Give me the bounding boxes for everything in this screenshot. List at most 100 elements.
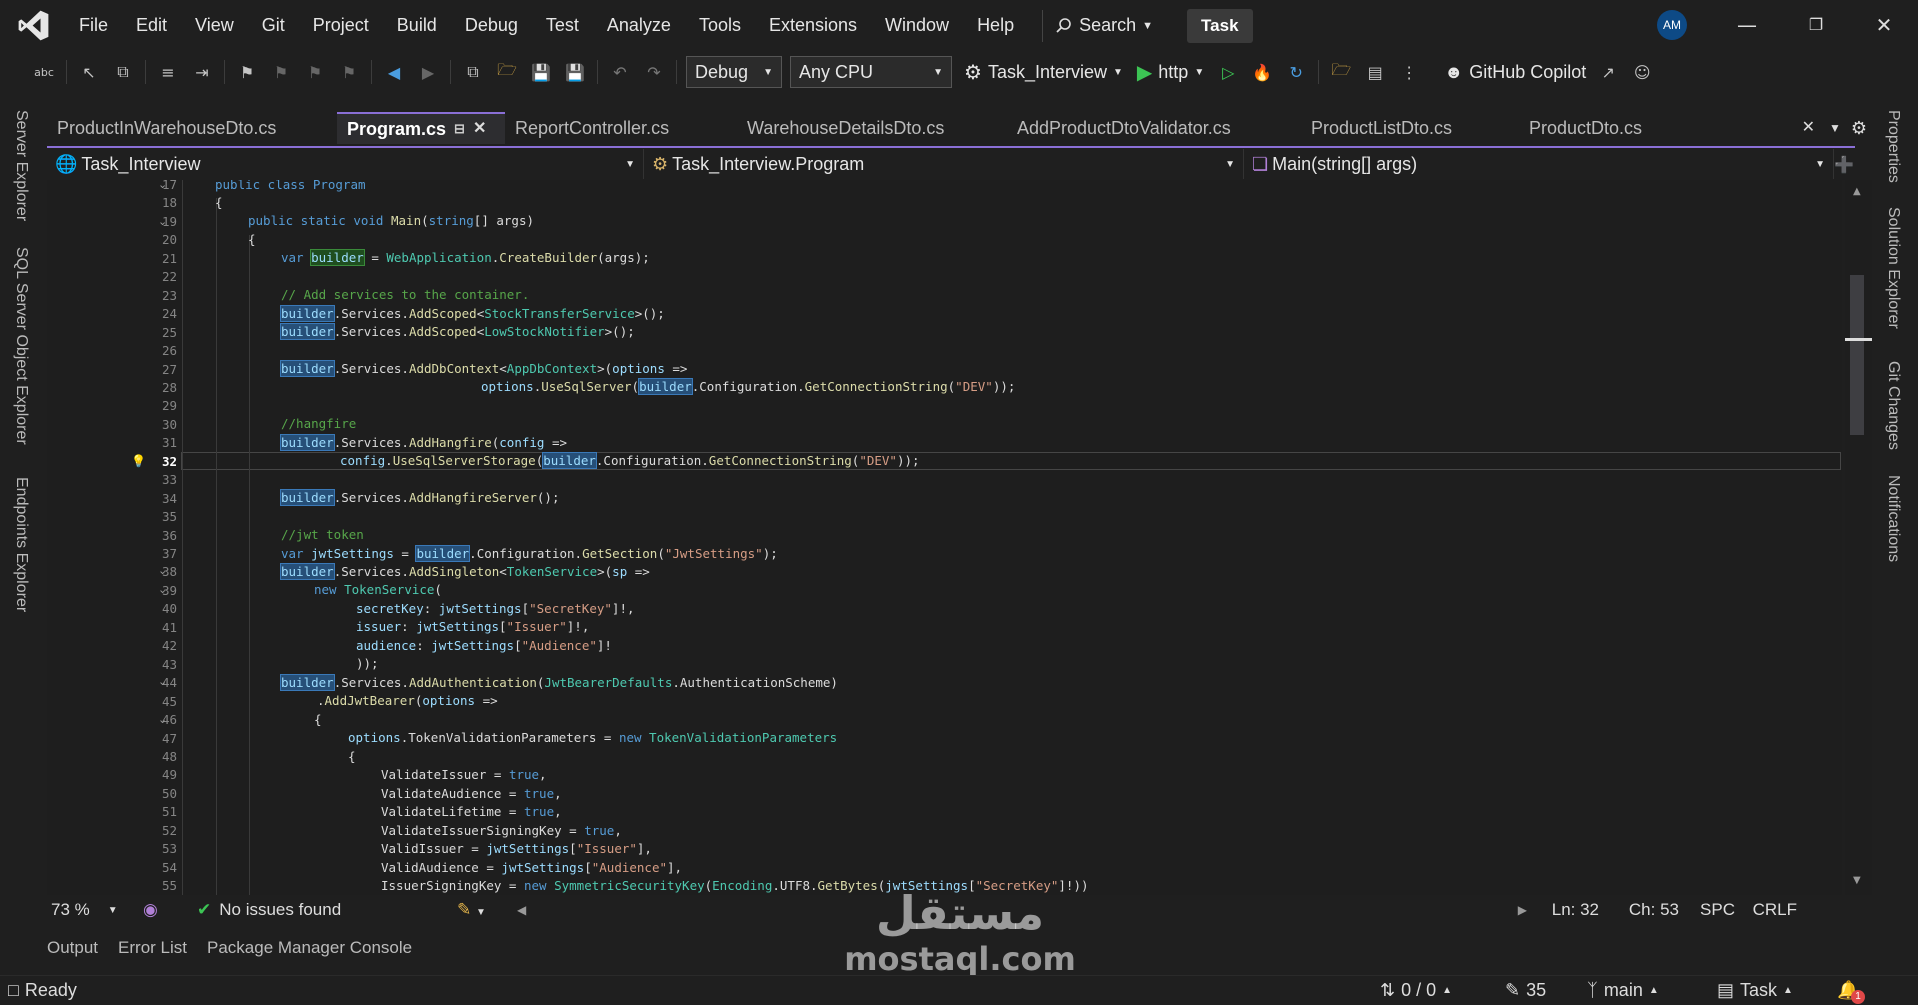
save-all-icon[interactable]: 💾 xyxy=(561,58,589,86)
vertical-scrollbar[interactable]: ▲ ▼ xyxy=(1845,180,1872,895)
menu-extensions[interactable]: Extensions xyxy=(755,0,871,51)
close-all-icon[interactable]: ✕ xyxy=(1792,112,1825,144)
menu-tools[interactable]: Tools xyxy=(685,0,755,51)
type-dropdown[interactable]: ⚙ Task_Interview.Program ▼ xyxy=(644,149,1244,179)
prev-bookmark-icon[interactable]: ⚑ xyxy=(267,58,295,86)
zoom-dropdown[interactable]: 73 % ▼ xyxy=(47,900,137,920)
menu-test[interactable]: Test xyxy=(532,0,593,51)
search-button[interactable]: Search ▼ xyxy=(1042,9,1165,42)
tab-list-dropdown-icon[interactable]: ▼ xyxy=(1825,112,1845,144)
restore-icon[interactable]: ❐ xyxy=(1796,8,1836,42)
feedback-icon[interactable]: ☺ xyxy=(1628,58,1656,86)
tab-output[interactable]: Output xyxy=(47,925,108,971)
fold-toggle-icon[interactable]: ⌄ xyxy=(158,583,167,596)
save-icon[interactable]: 💾 xyxy=(527,58,555,86)
clear-bookmark-icon[interactable]: ⚑ xyxy=(335,58,363,86)
close-tab-icon[interactable]: ✕ xyxy=(473,114,486,144)
navigate-back-icon[interactable]: ◀ xyxy=(380,58,408,86)
open-folder-icon[interactable]: 🗁 xyxy=(493,58,521,86)
new-project-icon[interactable]: ⧉ xyxy=(459,58,487,86)
tab-productdto[interactable]: ProductDto.cs xyxy=(1519,112,1709,144)
navigate-forward-icon[interactable]: ▶ xyxy=(414,58,442,86)
next-bookmark-icon[interactable]: ⚑ xyxy=(301,58,329,86)
scroll-down-icon[interactable]: ▼ xyxy=(1853,875,1861,886)
tab-productinwarehousedto[interactable]: ProductInWarehouseDto.cs xyxy=(47,112,337,144)
spell-check-icon[interactable]: abc xyxy=(30,58,58,86)
scroll-up-icon[interactable]: ▲ xyxy=(1853,186,1861,197)
server-explorer-tab[interactable]: Server Explorer xyxy=(12,110,30,221)
copy-files-icon[interactable]: ⧉ xyxy=(109,58,137,86)
visual-studio-logo-icon[interactable] xyxy=(16,8,51,43)
menu-project[interactable]: Project xyxy=(299,0,383,51)
whitespace-indicator[interactable]: SPC xyxy=(1679,900,1735,920)
project-dropdown[interactable]: 🌐 Task_Interview ▼ xyxy=(47,149,644,179)
github-copilot-button[interactable]: ☻ GitHub Copilot xyxy=(1444,62,1586,83)
redo-icon[interactable]: ↷ xyxy=(640,58,668,86)
sql-server-object-explorer-tab[interactable]: SQL Server Object Explorer xyxy=(12,247,30,445)
startup-project-selector[interactable]: ⚙ Task_Interview ▼ xyxy=(964,60,1123,85)
git-sync-indicator[interactable]: ⇅ 0 / 0 ▲ xyxy=(1380,976,1505,1005)
intellicode-icon[interactable]: ◉ xyxy=(137,900,197,920)
menu-analyze[interactable]: Analyze xyxy=(593,0,685,51)
menu-file[interactable]: File xyxy=(65,0,122,51)
browse-folder-icon[interactable]: 🗁 xyxy=(1327,58,1355,86)
fold-toggle-icon[interactable]: ⌄ xyxy=(158,564,167,577)
start-without-debugging-icon[interactable]: ▷ xyxy=(1214,58,1242,86)
start-debugging-button[interactable]: ▶ http ▼ xyxy=(1137,60,1204,85)
menu-debug[interactable]: Debug xyxy=(451,0,532,51)
solution-explorer-tab[interactable]: Solution Explorer xyxy=(1884,207,1902,329)
close-window-icon[interactable]: ✕ xyxy=(1864,8,1904,42)
restart-icon[interactable]: ↻ xyxy=(1282,58,1310,86)
tab-program[interactable]: Program.cs ⊟ ✕ xyxy=(337,112,505,144)
hot-reload-icon[interactable]: 🔥 xyxy=(1248,58,1276,86)
menu-build[interactable]: Build xyxy=(383,0,451,51)
notifications-tab[interactable]: Notifications xyxy=(1884,475,1902,562)
menu-view[interactable]: View xyxy=(181,0,248,51)
scrollbar-thumb[interactable] xyxy=(1850,275,1864,435)
solution-name-badge[interactable]: Task xyxy=(1187,8,1253,43)
endpoints-explorer-tab[interactable]: Endpoints Explorer xyxy=(12,477,30,612)
share-icon[interactable]: ↗ xyxy=(1594,58,1622,86)
code-cleanup-icon[interactable]: ✎ ▼ xyxy=(437,900,517,920)
solution-platform-dropdown[interactable]: Any CPU ▼ xyxy=(790,56,952,88)
tab-error-list[interactable]: Error List xyxy=(108,925,197,971)
fold-toggle-icon[interactable]: ⌄ xyxy=(158,675,167,688)
fold-toggle-icon[interactable]: ⌄ xyxy=(158,215,167,228)
tab-package-manager-console[interactable]: Package Manager Console xyxy=(197,925,422,971)
split-editor-icon[interactable]: ➕ xyxy=(1834,155,1854,174)
member-dropdown[interactable]: ❏ Main(string[] args) ▼ xyxy=(1244,149,1834,179)
fold-toggle-icon[interactable]: ⌄ xyxy=(158,713,167,726)
menu-git[interactable]: Git xyxy=(248,0,299,51)
branch-selector[interactable]: ᛉ main ▲ xyxy=(1587,976,1717,1005)
lightbulb-icon[interactable]: 💡 xyxy=(131,454,146,468)
tab-addproductdtovalidator[interactable]: AddProductDtoValidator.cs xyxy=(1007,112,1301,144)
align-left-icon[interactable]: ≡ xyxy=(154,58,182,86)
code-editor[interactable]: 17 18 19 20 21 22 23 24 25 26 27 28 29 30 31 32 33 34 35 36… xyxy=(47,180,1842,895)
git-changes-tab[interactable]: Git Changes xyxy=(1884,361,1902,450)
indent-icon[interactable]: ⇥ xyxy=(188,58,216,86)
tab-warehousedetailsdto[interactable]: WarehouseDetailsDto.cs xyxy=(737,112,1007,144)
toolbar-overflow-icon[interactable]: ⋮ xyxy=(1395,58,1423,86)
solution-configuration-dropdown[interactable]: Debug ▼ xyxy=(686,56,782,88)
fold-toggle-icon[interactable]: ⌄ xyxy=(158,180,167,191)
menu-help[interactable]: Help xyxy=(963,0,1028,51)
minimize-icon[interactable]: — xyxy=(1727,8,1767,42)
repository-selector[interactable]: ▤ Task ▲ xyxy=(1717,976,1837,1005)
menu-window[interactable]: Window xyxy=(871,0,963,51)
line-ending-indicator[interactable]: CRLF xyxy=(1735,900,1797,920)
notifications-button[interactable]: 🔔 1 xyxy=(1837,976,1877,1005)
tab-reportcontroller[interactable]: ReportController.cs xyxy=(505,112,737,144)
issues-indicator[interactable]: ✔ No issues found xyxy=(197,900,437,920)
tab-productlistdto[interactable]: ProductListDto.cs xyxy=(1301,112,1519,144)
pin-icon[interactable]: ⊟ xyxy=(454,114,465,144)
output-window-icon[interactable]: □ xyxy=(8,980,19,1001)
undo-icon[interactable]: ↶ xyxy=(606,58,634,86)
properties-tab[interactable]: Properties xyxy=(1884,110,1902,183)
bookmark-icon[interactable]: ⚑ xyxy=(233,58,261,86)
pending-changes-indicator[interactable]: ✎ 35 xyxy=(1505,976,1587,1005)
layout-icon[interactable]: ▤ xyxy=(1361,58,1389,86)
select-arrow-icon[interactable]: ↖ xyxy=(75,58,103,86)
settings-gear-icon[interactable]: ⚙ xyxy=(1845,112,1873,144)
avatar[interactable]: AM xyxy=(1657,10,1687,40)
menu-edit[interactable]: Edit xyxy=(122,0,181,51)
